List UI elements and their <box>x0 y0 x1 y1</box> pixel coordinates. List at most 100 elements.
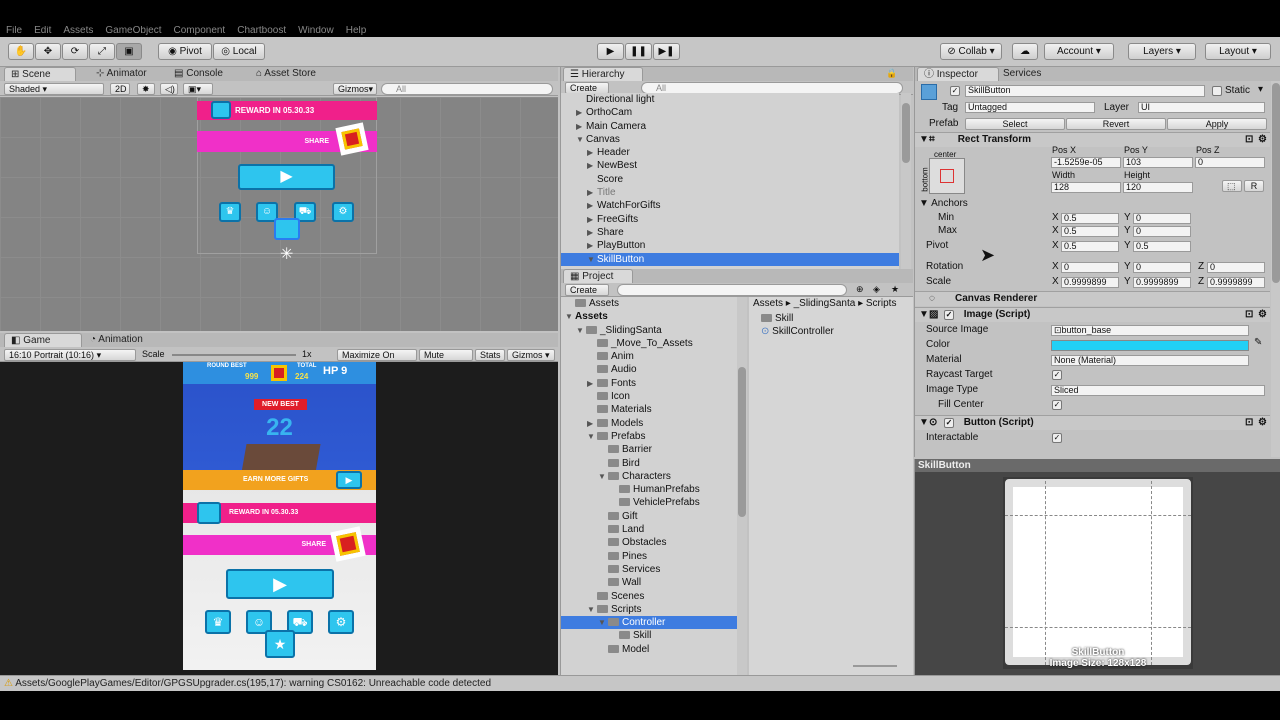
button-enabled-checkbox[interactable]: ✓ <box>944 418 954 428</box>
aspect-dropdown[interactable]: 16:10 Portrait (10:16) ▾ <box>4 349 136 361</box>
anchor-max-x-field[interactable]: 0.5 <box>1061 226 1119 237</box>
color-swatch[interactable] <box>1051 340 1249 351</box>
layout-dropdown[interactable]: Layout ▾ <box>1205 43 1271 60</box>
play-game-button[interactable]: ▶ <box>226 569 334 599</box>
stats-toggle[interactable]: Stats <box>475 349 505 361</box>
hierarchy-item-header[interactable]: ▶ Header <box>561 146 899 159</box>
raycast-checkbox[interactable]: ✓ <box>1052 370 1062 380</box>
tab-game[interactable]: ◧ Game <box>4 333 82 347</box>
hierarchy-item-score[interactable]: Score <box>561 173 899 186</box>
project-create-dropdown[interactable]: Create ▾ <box>565 284 609 306</box>
foldout-arrow-icon[interactable]: ▶ <box>587 159 597 172</box>
project-folder-slidingsanta[interactable]: ▼ _SlidingSanta <box>561 324 737 337</box>
foldout-arrow-icon[interactable]: ▶ <box>587 417 597 430</box>
project-folder-wall[interactable]: Wall <box>561 576 737 589</box>
effects-icon[interactable]: ▣▾ <box>183 83 213 95</box>
project-folder-fonts[interactable]: ▶ Fonts <box>561 377 737 390</box>
foldout-arrow-icon[interactable]: ▼ <box>598 470 608 483</box>
button-script-header[interactable]: ▼ ⊙ ✓ Button (Script) ⊡ ⚙ <box>915 415 1270 430</box>
hierarchy-item-share[interactable]: ▶ Share <box>561 226 899 239</box>
pos-y-field[interactable]: 103 <box>1123 157 1193 168</box>
project-folder-humanprefabs[interactable]: HumanPrefabs <box>561 483 737 496</box>
image-settings-gear-icon[interactable]: ⚙ <box>1258 308 1267 322</box>
favorite-star-icon[interactable]: ★ <box>891 284 899 295</box>
fill-center-checkbox[interactable]: ✓ <box>1052 400 1062 410</box>
account-dropdown[interactable]: Account ▾ <box>1044 43 1114 60</box>
foldout-arrow-icon[interactable]: ▶ <box>587 146 597 159</box>
pos-z-field[interactable]: 0 <box>1195 157 1265 168</box>
menu-gameobject[interactable]: GameObject <box>105 26 161 36</box>
tag-dropdown[interactable]: Untagged <box>965 102 1095 113</box>
inspector-scrollbar[interactable] <box>1271 81 1280 457</box>
project-folder-move-to-assets[interactable]: _Move_To_Assets <box>561 337 737 350</box>
menu-help[interactable]: Help <box>346 26 367 36</box>
scene-gizmos-dropdown[interactable]: Gizmos▾ <box>333 83 377 95</box>
scene-skill-button-selected[interactable] <box>274 218 300 240</box>
project-folder-assets[interactable]: Assets <box>561 297 737 310</box>
tab-services[interactable]: Services <box>997 67 1047 81</box>
height-field[interactable]: 120 <box>1123 182 1193 193</box>
scale-y-field[interactable]: 0.9999899 <box>1133 277 1191 288</box>
leaderboard-trophy-icon[interactable]: ♛ <box>205 610 231 634</box>
tab-animation[interactable]: ◔ Animation <box>84 333 149 347</box>
foldout-arrow-icon[interactable]: ▼ <box>565 310 575 323</box>
pivot-x-field[interactable]: 0.5 <box>1061 241 1119 252</box>
lighting-icon[interactable]: ✸ <box>137 83 155 95</box>
button-settings-gear-icon[interactable]: ⚙ <box>1258 416 1267 430</box>
maximize-on-play-toggle[interactable]: Maximize On Play <box>337 349 417 371</box>
tab-project[interactable]: ▦ Project <box>563 269 633 283</box>
filter-label-icon[interactable]: ◈ <box>873 284 880 295</box>
foldout-arrow-icon[interactable]: ▼ <box>587 253 597 266</box>
tab-inspector[interactable]: ⓘ Inspector <box>917 67 999 81</box>
blueprint-mode-button[interactable]: ⬚ <box>1222 180 1242 192</box>
image-help-icon[interactable]: ⊡ <box>1245 308 1253 322</box>
project-folder-pines[interactable]: Pines <box>561 550 737 563</box>
tab-console[interactable]: ▤ Console <box>168 67 229 81</box>
tab-scene[interactable]: ⊞ Scene <box>4 67 76 81</box>
image-script-header[interactable]: ▼ ▨ ✓ Image (Script) ⊡ ⚙ <box>915 307 1270 322</box>
hierarchy-item-freegifts[interactable]: ▶ FreeGifts <box>561 213 899 226</box>
project-folder-controller[interactable]: ▼ Controller <box>561 616 737 630</box>
button-help-icon[interactable]: ⊡ <box>1245 416 1253 430</box>
pivot-y-field[interactable]: 0.5 <box>1133 241 1191 252</box>
project-folder-characters[interactable]: ▼ Characters <box>561 470 737 483</box>
hierarchy-item-canvas[interactable]: ▼ Canvas <box>561 133 899 146</box>
hierarchy-item-title[interactable]: ▶ Title <box>561 186 899 199</box>
help-icon[interactable]: ⊡ <box>1245 133 1253 147</box>
image-enabled-checkbox[interactable]: ✓ <box>944 310 954 320</box>
foldout-arrow-icon[interactable]: ▶ <box>587 199 597 212</box>
component-settings-gear-icon[interactable]: ⚙ <box>1258 133 1267 147</box>
hierarchy-item-directional-light[interactable]: Directional light <box>561 93 899 106</box>
shading-mode-dropdown[interactable]: Shaded ▾ <box>4 83 104 95</box>
static-dropdown-arrow-icon[interactable]: ▾ <box>1258 84 1263 95</box>
active-checkbox[interactable]: ✓ <box>950 86 960 96</box>
scale-tool-icon[interactable]: ⤢ <box>89 43 115 60</box>
pivot-toggle[interactable]: ◉ Pivot <box>158 43 212 60</box>
move-tool-icon[interactable]: ✥ <box>35 43 61 60</box>
project-folder-assets[interactable]: ▼ Assets <box>561 310 737 323</box>
menu-file[interactable]: File <box>6 26 22 36</box>
free-gift-icon[interactable] <box>197 502 221 524</box>
foldout-arrow-icon[interactable]: ▶ <box>587 226 597 239</box>
project-folder-gift[interactable]: Gift <box>561 510 737 523</box>
object-name-field[interactable]: SkillButton <box>965 85 1205 97</box>
menu-edit[interactable]: Edit <box>34 26 51 36</box>
material-field[interactable]: None (Material) <box>1051 355 1249 366</box>
project-folder-materials[interactable]: Materials <box>561 403 737 416</box>
foldout-arrow-icon[interactable]: ▶ <box>587 186 597 199</box>
foldout-arrow-icon[interactable]: ▼ <box>576 324 586 337</box>
tab-asset-store[interactable]: ⌂ Asset Store <box>250 67 322 81</box>
breadcrumb-scripts[interactable]: Scripts <box>866 298 897 309</box>
hierarchy-item-main-camera[interactable]: ▶ Main Camera <box>561 120 899 133</box>
hierarchy-item-newbest[interactable]: ▶ NewBest <box>561 159 899 172</box>
interactable-checkbox[interactable]: ✓ <box>1052 433 1062 443</box>
watch-video-icon[interactable]: ▶ <box>336 471 362 489</box>
scene-search-input[interactable]: All <box>381 83 553 95</box>
rotate-tool-icon[interactable]: ⟳ <box>62 43 88 60</box>
hierarchy-item-watchforgifts[interactable]: ▶ WatchForGifts <box>561 199 899 212</box>
project-folder-skill[interactable]: Skill <box>561 629 737 642</box>
toggle-2d-button[interactable]: 2D <box>110 83 130 95</box>
foldout-arrow-icon[interactable]: ▶ <box>587 239 597 252</box>
preview-header[interactable]: SkillButton <box>915 459 1280 472</box>
local-toggle[interactable]: ◎ Local <box>213 43 265 60</box>
